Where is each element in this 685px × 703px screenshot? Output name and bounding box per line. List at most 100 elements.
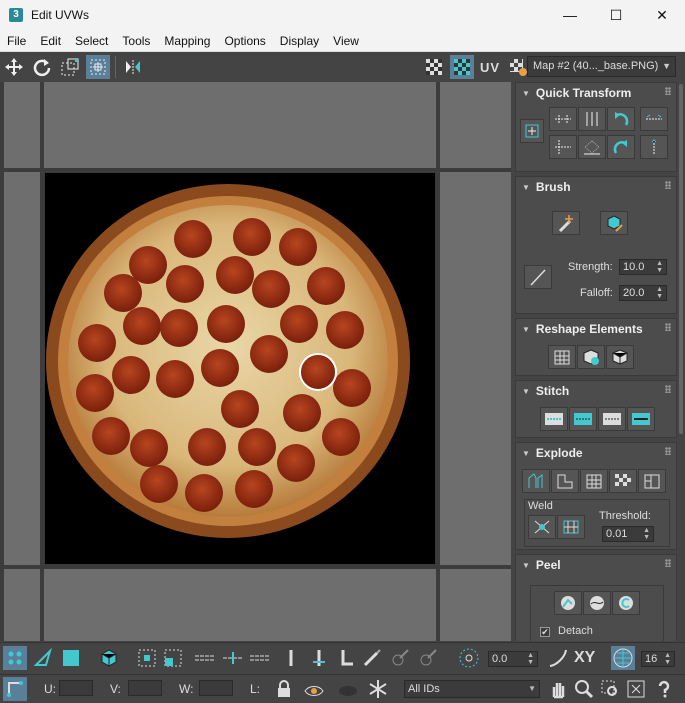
space-vertical-icon[interactable] [640,135,668,159]
align-edge-icon[interactable] [549,135,577,159]
ring-select-icon[interactable] [193,646,217,670]
align-horizontal-icon[interactable] [549,107,577,131]
rollout-stitch: ▼ Stitch [515,380,677,438]
target-weld-icon[interactable] [557,515,585,539]
close-button[interactable]: ✕ [639,0,685,30]
rollout-header[interactable]: ▼ Stitch [516,381,676,401]
pivot-icon[interactable] [520,119,544,143]
rotate-cw-icon[interactable] [607,135,635,159]
eye-icon[interactable] [302,677,326,701]
paint-select-icon[interactable] [360,646,384,670]
w-field[interactable] [199,680,233,696]
uv-viewport[interactable] [0,82,511,641]
peel-mode-icon[interactable] [583,591,611,615]
flatten-by-polygon-icon[interactable] [580,469,608,493]
menu-edit[interactable]: Edit [33,30,68,52]
checker-teal-icon[interactable] [450,55,474,79]
scale-icon[interactable] [58,55,82,79]
strength-spinner[interactable]: 10.0 ▲ ▼ [619,259,667,275]
ring-grow-icon[interactable] [221,646,245,670]
u-field[interactable] [59,680,93,696]
menu-options[interactable]: Options [217,30,272,52]
freeze-icon[interactable] [366,677,390,701]
rotate-ccw-icon[interactable] [607,107,635,131]
weld-label: Weld [528,500,553,512]
menu-view[interactable]: View [326,30,366,52]
freeform-icon[interactable] [86,55,110,79]
shrink-selection-icon[interactable] [161,646,185,670]
quick-peel-icon[interactable] [554,591,582,615]
edge-select-icon[interactable] [31,646,55,670]
flatten-by-smoothing-icon[interactable] [609,469,637,493]
relax-icon[interactable] [577,345,605,369]
threshold-spinner[interactable]: 0.01 ▲ ▼ [602,526,654,542]
rotate-icon[interactable] [30,55,54,79]
relax-brush-icon[interactable] [600,211,628,235]
angle-spinner[interactable]: 0.0 ▲ ▼ [488,651,538,667]
rollout-header[interactable]: ▼ Quick Transform [516,83,676,103]
stitch-target-icon[interactable] [569,407,597,431]
element-select-icon[interactable] [97,646,121,670]
space-horizontal-icon[interactable] [640,107,668,131]
loop-select-icon[interactable] [248,646,272,670]
stitch-average-icon[interactable] [598,407,626,431]
loop-uv-icon[interactable] [335,646,359,670]
relax-element-icon[interactable] [606,345,634,369]
transform-mode-icon[interactable] [3,677,27,701]
zoom-extents-icon[interactable] [624,677,648,701]
curve-icon[interactable] [546,646,570,670]
maximize-button[interactable]: ☐ [593,0,639,30]
snap-spinner[interactable]: 16 ▲ ▼ [641,651,675,667]
polygon-select-icon[interactable] [59,646,83,670]
weld-selected-icon[interactable] [528,515,556,539]
angle-snap-icon[interactable] [457,646,481,670]
texture-map-dropdown[interactable]: Map #2 (40..._base.PNG) ▼ [527,56,676,77]
grid-snap-icon[interactable] [611,646,635,670]
menu-display[interactable]: Display [273,30,326,52]
pan-hand-icon[interactable] [546,677,570,701]
detach-label: Detach [558,625,593,637]
xy-toggle[interactable]: XY [574,649,595,667]
panel-scrollbar[interactable] [679,84,683,434]
detach-checkbox[interactable]: ✔ [540,627,550,637]
menu-mapping[interactable]: Mapping [157,30,217,52]
rollout-header[interactable]: ▼ Brush [516,177,676,197]
brush-falloff-curve-icon[interactable] [524,265,552,289]
paint-shrink-icon[interactable] [416,646,440,670]
loop-grow-icon[interactable] [307,646,331,670]
zoom-icon[interactable] [572,677,596,701]
rollout-header[interactable]: ▼ Reshape Elements [516,319,676,339]
vertex-select-icon[interactable] [3,646,27,670]
menu-file[interactable]: File [0,30,33,52]
checker-toggle-icon[interactable] [422,55,446,79]
paint-move-icon[interactable] [552,211,580,235]
mirror-icon[interactable] [121,55,145,79]
align-vertical-icon[interactable] [578,107,606,131]
break-icon[interactable] [522,469,550,493]
loop-shrink-icon[interactable] [279,646,303,670]
rollout-header[interactable]: ▼ Peel [516,555,676,575]
material-id-dropdown[interactable]: All IDs ▼ [404,680,540,698]
minimize-button[interactable]: — [547,0,593,30]
uv-toggle[interactable]: UV [478,55,502,79]
falloff-spinner[interactable]: 20.0 ▲ ▼ [619,285,667,301]
v-field[interactable] [128,680,162,696]
lock-icon[interactable] [272,677,296,701]
straighten-icon[interactable] [578,135,606,159]
grow-selection-icon[interactable] [135,646,159,670]
flatten-by-material-icon[interactable] [638,469,666,493]
paint-grow-icon[interactable] [388,646,412,670]
menu-select[interactable]: Select [68,30,115,52]
zoom-region-icon[interactable] [598,677,622,701]
move-icon[interactable] [2,55,26,79]
stitch-source-icon[interactable] [627,407,655,431]
straighten-selection-icon[interactable] [548,345,576,369]
reset-peel-icon[interactable] [612,591,640,615]
rollout-header[interactable]: ▼ Explode [516,443,676,463]
detach-edge-icon[interactable] [551,469,579,493]
help-icon[interactable] [652,677,676,701]
stitch-custom-icon[interactable] [540,407,568,431]
falloff-label: Falloff: [580,287,613,299]
menu-tools[interactable]: Tools [115,30,157,52]
hide-icon[interactable] [336,677,360,701]
